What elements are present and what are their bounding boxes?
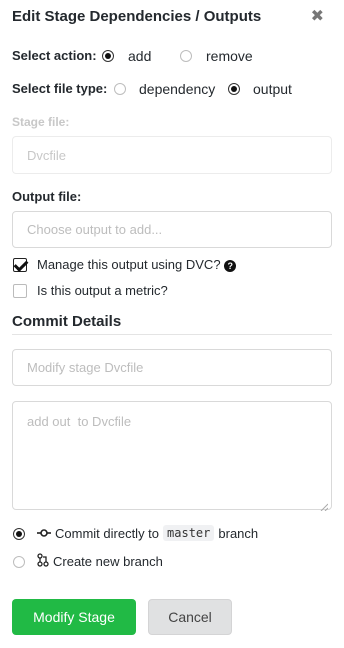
radio-new-branch[interactable] <box>13 556 25 568</box>
radio-output-label[interactable]: output <box>253 81 292 97</box>
stage-file-input: Dvcfile <box>12 136 332 174</box>
manage-dvc-text: Manage this output using DVC? <box>37 257 221 272</box>
commit-description-placeholder: add out to Dvcfile <box>27 414 132 429</box>
radio-commit-direct[interactable] <box>13 528 25 540</box>
radio-remove-label[interactable]: remove <box>206 48 253 64</box>
select-file-type-label: Select file type: <box>12 81 108 96</box>
cancel-button[interactable]: Cancel <box>148 599 232 635</box>
manage-dvc-checkbox[interactable] <box>13 258 27 272</box>
commit-description-textarea[interactable]: add out to Dvcfile <box>12 401 332 512</box>
commit-message-input[interactable]: Modify stage Dvcfile <box>12 349 332 386</box>
output-file-input[interactable]: Choose output to add... <box>12 211 332 248</box>
output-file-label: Output file: <box>12 189 82 204</box>
output-file-placeholder: Choose output to add... <box>27 222 163 237</box>
commit-direct-suffix: branch <box>218 525 259 541</box>
select-action-label: Select action: <box>12 48 97 63</box>
radio-dependency[interactable] <box>114 83 126 95</box>
metric-label[interactable]: Is this output a metric? <box>37 283 168 298</box>
dialog-title: Edit Stage Dependencies / Outputs <box>12 8 262 25</box>
metric-checkbox[interactable] <box>13 284 27 298</box>
commit-message-placeholder: Modify stage Dvcfile <box>27 360 144 375</box>
radio-add-label[interactable]: add <box>128 48 151 64</box>
resize-handle-icon[interactable] <box>320 499 329 512</box>
help-icon[interactable]: ? <box>224 259 237 272</box>
stage-file-label: Stage file: <box>12 115 70 129</box>
stage-file-placeholder: Dvcfile <box>27 147 67 163</box>
commit-direct-prefix: Commit directly to <box>55 525 160 541</box>
new-branch-text: Create new branch <box>53 554 163 569</box>
radio-output[interactable] <box>228 83 240 95</box>
radio-remove[interactable] <box>180 50 192 62</box>
branch-name: master <box>163 525 215 541</box>
commit-direct-label[interactable]: Commit directly to master branch <box>37 525 258 541</box>
commit-details-title: Commit Details <box>12 313 122 330</box>
new-branch-label[interactable]: Create new branch <box>37 553 163 570</box>
git-commit-icon <box>37 526 51 541</box>
section-divider <box>12 334 332 335</box>
modify-stage-button[interactable]: Modify Stage <box>12 599 136 635</box>
radio-add[interactable] <box>102 50 114 62</box>
git-pull-request-icon <box>37 553 49 570</box>
close-icon[interactable]: ✖ <box>311 6 324 26</box>
manage-dvc-label[interactable]: Manage this output using DVC? ? <box>37 257 237 272</box>
radio-dependency-label[interactable]: dependency <box>139 81 215 97</box>
